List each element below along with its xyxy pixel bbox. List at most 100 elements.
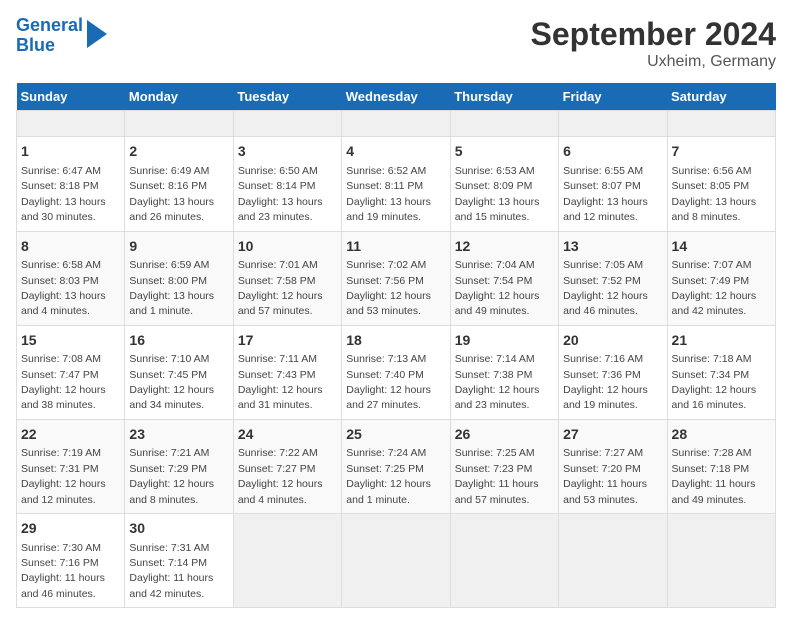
sunrise-text: Sunrise: 7:13 AM xyxy=(346,353,426,365)
col-thursday: Thursday xyxy=(450,83,558,111)
calendar-cell: 26Sunrise: 7:25 AMSunset: 7:23 PMDayligh… xyxy=(450,419,558,513)
sunset-text: Sunset: 7:38 PM xyxy=(455,369,533,381)
calendar-cell: 16Sunrise: 7:10 AMSunset: 7:45 PMDayligh… xyxy=(125,325,233,419)
sunrise-text: Sunrise: 7:18 AM xyxy=(672,353,752,365)
daylight-text: Daylight: 13 hours and 26 minutes. xyxy=(129,196,214,223)
sunrise-text: Sunrise: 6:59 AM xyxy=(129,259,209,271)
sunset-text: Sunset: 8:11 PM xyxy=(346,180,423,192)
calendar-week-row: 8Sunrise: 6:58 AMSunset: 8:03 PMDaylight… xyxy=(17,231,776,325)
sunrise-text: Sunrise: 7:16 AM xyxy=(563,353,643,365)
calendar-cell: 20Sunrise: 7:16 AMSunset: 7:36 PMDayligh… xyxy=(559,325,667,419)
calendar-cell: 1Sunrise: 6:47 AMSunset: 8:18 PMDaylight… xyxy=(17,137,125,231)
day-number: 24 xyxy=(238,425,337,445)
title-block: September 2024 Uxheim, Germany xyxy=(531,16,776,71)
header-row: Sunday Monday Tuesday Wednesday Thursday… xyxy=(17,83,776,111)
calendar-cell: 24Sunrise: 7:22 AMSunset: 7:27 PMDayligh… xyxy=(233,419,341,513)
daylight-text: Daylight: 12 hours and 1 minute. xyxy=(346,478,431,505)
daylight-text: Daylight: 12 hours and 12 minutes. xyxy=(21,478,106,505)
calendar-cell: 9Sunrise: 6:59 AMSunset: 8:00 PMDaylight… xyxy=(125,231,233,325)
sunrise-text: Sunrise: 7:07 AM xyxy=(672,259,752,271)
day-number: 28 xyxy=(672,425,771,445)
daylight-text: Daylight: 12 hours and 46 minutes. xyxy=(563,290,648,317)
day-number: 26 xyxy=(455,425,554,445)
sunset-text: Sunset: 8:16 PM xyxy=(129,180,207,192)
sunrise-text: Sunrise: 7:22 AM xyxy=(238,447,318,459)
col-monday: Monday xyxy=(125,83,233,111)
sunset-text: Sunset: 7:14 PM xyxy=(129,557,207,569)
logo-text: General Blue xyxy=(16,16,83,56)
daylight-text: Daylight: 12 hours and 27 minutes. xyxy=(346,384,431,411)
sunrise-text: Sunrise: 7:02 AM xyxy=(346,259,426,271)
sunrise-text: Sunrise: 7:10 AM xyxy=(129,353,209,365)
sunset-text: Sunset: 7:23 PM xyxy=(455,463,533,475)
sunset-text: Sunset: 8:03 PM xyxy=(21,275,99,287)
calendar-cell xyxy=(342,514,450,608)
calendar-cell: 21 Sunrise: 7:18 AM Sunset: 7:34 PM Dayligh… xyxy=(667,325,775,419)
daylight-text: Daylight: 12 hours and 16 minutes. xyxy=(672,384,757,411)
day-number: 18 xyxy=(346,331,445,351)
day-number: 3 xyxy=(238,142,337,162)
sunset-text: Sunset: 7:43 PM xyxy=(238,369,316,381)
day-number: 21 xyxy=(672,331,771,351)
daylight-text: Daylight: 13 hours and 12 minutes. xyxy=(563,196,648,223)
sunrise-text: Sunrise: 7:08 AM xyxy=(21,353,101,365)
col-wednesday: Wednesday xyxy=(342,83,450,111)
col-saturday: Saturday xyxy=(667,83,775,111)
sunset-text: Sunset: 7:34 PM xyxy=(672,369,750,381)
sunset-text: Sunset: 7:56 PM xyxy=(346,275,424,287)
daylight-text: Daylight: 12 hours and 19 minutes. xyxy=(563,384,648,411)
calendar-cell xyxy=(559,514,667,608)
calendar-cell: 30Sunrise: 7:31 AMSunset: 7:14 PMDayligh… xyxy=(125,514,233,608)
calendar-cell: 10Sunrise: 7:01 AMSunset: 7:58 PMDayligh… xyxy=(233,231,341,325)
sunrise-text: Sunrise: 6:58 AM xyxy=(21,259,101,271)
sunset-text: Sunset: 7:27 PM xyxy=(238,463,316,475)
calendar-cell: 2Sunrise: 6:49 AMSunset: 8:16 PMDaylight… xyxy=(125,137,233,231)
daylight-text: Daylight: 11 hours and 57 minutes. xyxy=(455,478,539,505)
sunset-text: Sunset: 8:05 PM xyxy=(672,180,750,192)
daylight-text: Daylight: 12 hours and 53 minutes. xyxy=(346,290,431,317)
sunrise-text: Sunrise: 7:31 AM xyxy=(129,542,209,554)
page-subtitle: Uxheim, Germany xyxy=(531,53,776,71)
sunrise-text: Sunrise: 6:52 AM xyxy=(346,165,426,177)
day-number: 9 xyxy=(129,237,228,257)
calendar-cell: 29Sunrise: 7:30 AMSunset: 7:16 PMDayligh… xyxy=(17,514,125,608)
day-number: 2 xyxy=(129,142,228,162)
calendar-cell: 11Sunrise: 7:02 AMSunset: 7:56 PMDayligh… xyxy=(342,231,450,325)
day-number: 6 xyxy=(563,142,662,162)
calendar-cell xyxy=(233,514,341,608)
sunset-text: Sunset: 7:20 PM xyxy=(563,463,641,475)
sunset-text: Sunset: 7:31 PM xyxy=(21,463,99,475)
calendar-cell: 3Sunrise: 6:50 AMSunset: 8:14 PMDaylight… xyxy=(233,137,341,231)
daylight-text: Daylight: 12 hours and 49 minutes. xyxy=(455,290,540,317)
day-number: 22 xyxy=(21,425,120,445)
calendar-week-row: 22 Sunrise: 7:19 AM Sunset: 7:31 PM Dayligh… xyxy=(17,419,776,513)
sunrise-text: Sunrise: 7:19 AM xyxy=(21,447,101,459)
sunset-text: Sunset: 7:45 PM xyxy=(129,369,207,381)
calendar-cell: 13Sunrise: 7:05 AMSunset: 7:52 PMDayligh… xyxy=(559,231,667,325)
calendar-cell: 25Sunrise: 7:24 AMSunset: 7:25 PMDayligh… xyxy=(342,419,450,513)
day-number: 27 xyxy=(563,425,662,445)
sunset-text: Sunset: 8:07 PM xyxy=(563,180,641,192)
daylight-text: Daylight: 13 hours and 1 minute. xyxy=(129,290,214,317)
page-title: September 2024 xyxy=(531,16,776,53)
sunset-text: Sunset: 7:25 PM xyxy=(346,463,424,475)
daylight-text: Daylight: 13 hours and 19 minutes. xyxy=(346,196,431,223)
calendar-cell: 12Sunrise: 7:04 AMSunset: 7:54 PMDayligh… xyxy=(450,231,558,325)
sunset-text: Sunset: 7:18 PM xyxy=(672,463,750,475)
daylight-text: Daylight: 11 hours and 42 minutes. xyxy=(129,572,213,599)
calendar-cell: 27Sunrise: 7:27 AMSunset: 7:20 PMDayligh… xyxy=(559,419,667,513)
daylight-text: Daylight: 13 hours and 4 minutes. xyxy=(21,290,106,317)
day-number: 16 xyxy=(129,331,228,351)
sunset-text: Sunset: 7:58 PM xyxy=(238,275,316,287)
sunset-text: Sunset: 8:09 PM xyxy=(455,180,533,192)
day-number: 23 xyxy=(129,425,228,445)
sunrise-text: Sunrise: 6:56 AM xyxy=(672,165,752,177)
sunset-text: Sunset: 7:16 PM xyxy=(21,557,99,569)
calendar-cell: 8Sunrise: 6:58 AMSunset: 8:03 PMDaylight… xyxy=(17,231,125,325)
sunrise-text: Sunrise: 7:11 AM xyxy=(238,353,317,365)
calendar-cell xyxy=(450,514,558,608)
day-number: 1 xyxy=(21,142,120,162)
logo: General Blue xyxy=(16,16,107,56)
sunrise-text: Sunrise: 7:24 AM xyxy=(346,447,426,459)
day-number: 19 xyxy=(455,331,554,351)
